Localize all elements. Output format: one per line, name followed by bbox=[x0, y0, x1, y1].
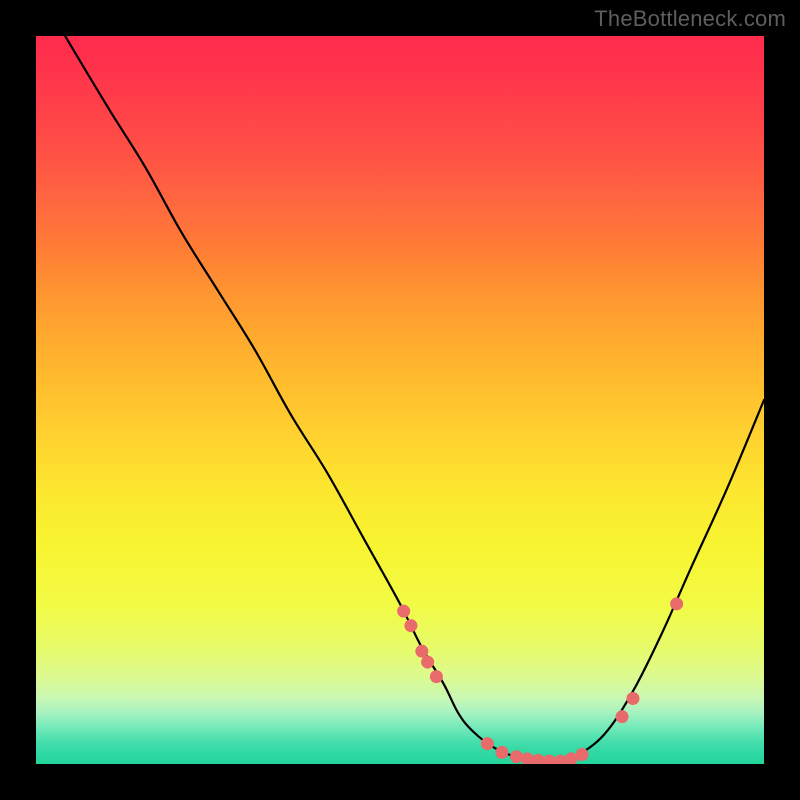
data-marker bbox=[521, 752, 534, 764]
data-marker bbox=[397, 605, 410, 618]
data-marker bbox=[532, 754, 545, 764]
data-marker bbox=[576, 748, 589, 761]
watermark-label: TheBottleneck.com bbox=[594, 6, 786, 32]
data-marker bbox=[626, 692, 639, 705]
data-marker bbox=[495, 746, 508, 759]
data-marker bbox=[543, 755, 556, 764]
data-marker bbox=[430, 670, 443, 683]
data-marker bbox=[670, 597, 683, 610]
data-markers bbox=[397, 597, 683, 764]
chart-stage: TheBottleneck.com bbox=[0, 0, 800, 800]
data-marker bbox=[421, 656, 434, 669]
data-marker bbox=[404, 619, 417, 632]
data-marker bbox=[616, 710, 629, 723]
data-marker bbox=[481, 737, 494, 750]
data-marker bbox=[510, 750, 523, 763]
plot-area bbox=[36, 36, 764, 764]
plot-svg bbox=[36, 36, 764, 764]
bottleneck-curve bbox=[65, 36, 764, 762]
